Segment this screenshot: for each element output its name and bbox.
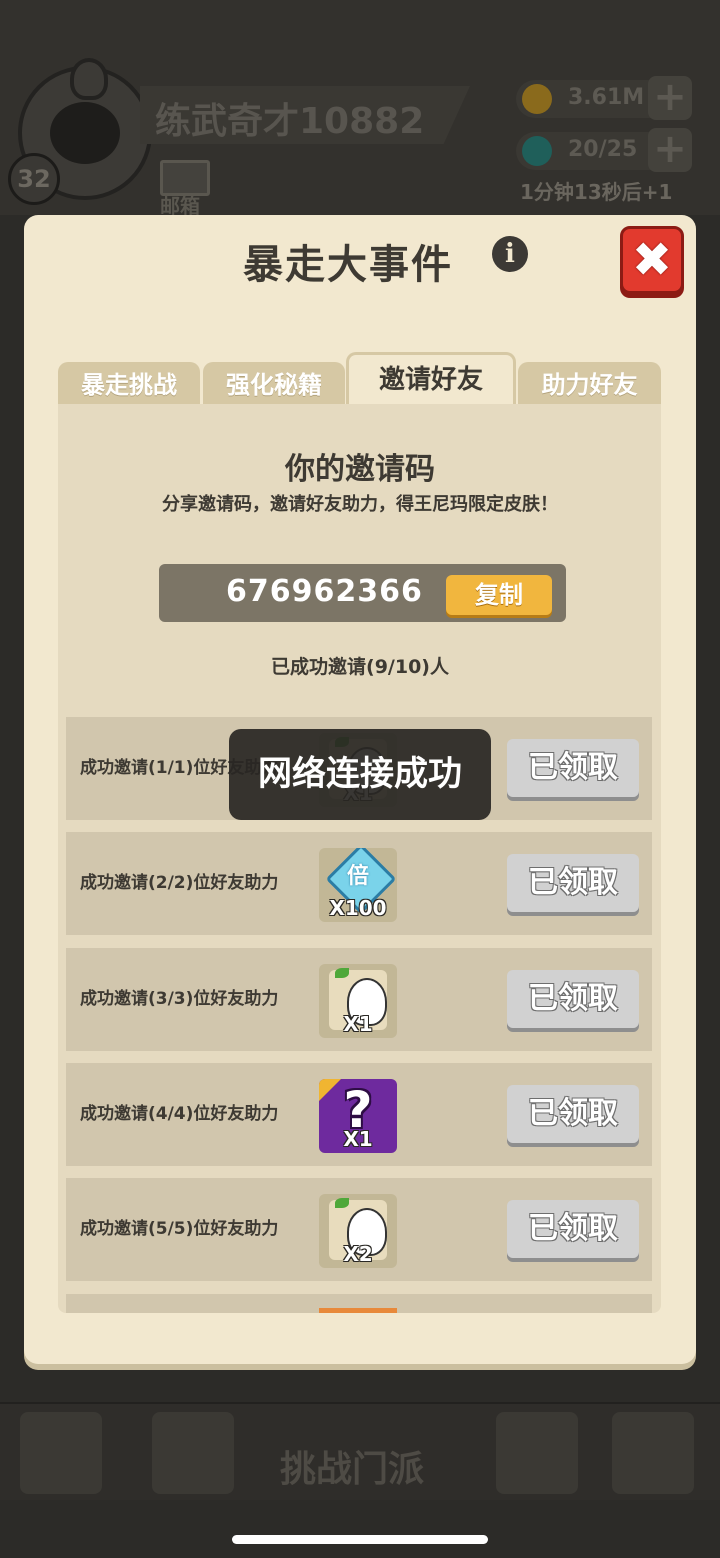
energy-counter: 20/25 + <box>516 128 692 172</box>
reward-row: 成功邀请(3/3)位好友助力 X1 已领取 <box>66 948 652 1051</box>
reward-quantity: X2 <box>343 1242 373 1266</box>
gold-coin-icon <box>522 84 552 114</box>
close-icon: ✖ <box>631 232 673 288</box>
reward-peek <box>319 1308 397 1313</box>
reward-row: 成功邀请(2/2)位好友助力 倍 X100 已领取 <box>66 832 652 935</box>
gem-char: 倍 <box>346 864 369 889</box>
leaf-shape <box>335 1198 349 1208</box>
reward-row: 成功邀请(4/4)位好友助力 ? X1 已领取 <box>66 1063 652 1166</box>
tab-rampage-challenge[interactable]: 暴走挑战 <box>58 362 200 406</box>
invite-description: 分享邀请码，邀请好友助力，得王尼玛限定皮肤！ <box>162 494 558 515</box>
reward-condition: 成功邀请(2/2)位好友助力 <box>80 873 279 893</box>
tab-enhance-manual[interactable]: 强化秘籍 <box>203 362 345 406</box>
close-button[interactable]: ✖ <box>620 226 684 294</box>
copy-button[interactable]: 复制 <box>446 575 552 615</box>
claimed-button[interactable]: 已领取 <box>507 739 639 797</box>
claimed-button[interactable]: 已领取 <box>507 1200 639 1258</box>
puzzle-piece-icon[interactable]: X1 <box>319 964 397 1038</box>
reward-quantity: X100 <box>329 896 387 920</box>
reward-row-partial <box>66 1294 652 1313</box>
challenge-sect-button[interactable]: 挑战门派 <box>280 1440 424 1492</box>
dialog-title-text: 暴走大事件 <box>243 242 453 288</box>
book-icon[interactable] <box>152 1412 234 1494</box>
claimed-button[interactable]: 已领取 <box>507 854 639 912</box>
add-gold-button[interactable]: + <box>648 76 692 120</box>
reward-condition: 成功邀请(3/3)位好友助力 <box>80 989 279 1009</box>
gold-counter: 3.61M + <box>516 76 692 120</box>
avatar-tuft <box>70 58 108 100</box>
leaf-shape <box>335 968 349 978</box>
info-icon[interactable]: i <box>492 236 528 272</box>
player-name: 练武奇才10882 <box>155 101 425 142</box>
tab-assist-friends[interactable]: 助力好友 <box>518 362 661 406</box>
reward-condition: 成功邀请(4/4)位好友助力 <box>80 1104 279 1124</box>
tab-invite-friends[interactable]: 邀请好友 <box>346 352 516 406</box>
multiplier-gem-icon[interactable]: 倍 X100 <box>319 848 397 922</box>
reward-condition: 成功邀请(5/5)位好友助力 <box>80 1219 279 1239</box>
avatar-icon <box>50 102 120 164</box>
reward-quantity: X1 <box>343 1127 373 1151</box>
gold-value: 3.61M <box>568 85 645 110</box>
reward-row: 成功邀请(5/5)位好友助力 X2 已领取 <box>66 1178 652 1281</box>
add-energy-button[interactable]: + <box>648 128 692 172</box>
network-toast: 网络连接成功 <box>229 729 491 820</box>
dialog-title: 暴走大事件 <box>0 232 720 290</box>
puzzle-piece-icon[interactable]: X2 <box>319 1194 397 1268</box>
invite-heading: 你的邀请码 <box>285 452 435 487</box>
building-icon[interactable] <box>612 1412 694 1494</box>
home-indicator[interactable] <box>232 1535 488 1544</box>
energy-orb-icon <box>522 136 552 166</box>
reward-quantity: X1 <box>343 1012 373 1036</box>
invite-code: 676962366 <box>226 574 423 609</box>
claimed-button[interactable]: 已领取 <box>507 1085 639 1143</box>
claimed-button[interactable]: 已领取 <box>507 970 639 1028</box>
task-icon[interactable] <box>20 1412 102 1494</box>
energy-value: 20/25 <box>568 137 638 162</box>
helmet-icon[interactable] <box>496 1412 578 1494</box>
mystery-box-icon[interactable]: ? X1 <box>319 1079 397 1153</box>
invite-success-count: 已成功邀请(9/10)人 <box>271 656 449 678</box>
level-badge: 32 <box>8 153 60 205</box>
energy-timer: 1分钟13秒后+1 <box>520 180 673 204</box>
